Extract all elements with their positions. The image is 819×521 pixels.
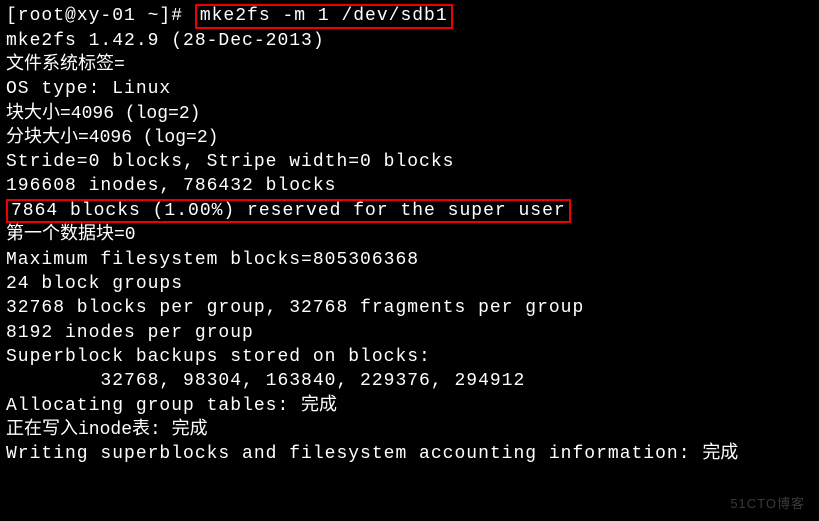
command-text: mke2fs -m 1 /dev/sdb1 bbox=[195, 4, 453, 29]
output-status: 完成 bbox=[702, 444, 738, 464]
output-line: 正在写入inode表: 完成 bbox=[6, 418, 813, 442]
output-text: Writing superblocks and filesystem accou… bbox=[6, 444, 702, 464]
output-line-highlight: 7864 blocks (1.00%) reserved for the sup… bbox=[6, 199, 813, 224]
output-status: 完成 bbox=[301, 396, 337, 416]
output-line: 文件系统标签= bbox=[6, 53, 813, 77]
output-line: 第一个数据块=0 bbox=[6, 223, 813, 247]
output-text: Allocating group tables: bbox=[6, 396, 301, 416]
output-line: Writing superblocks and filesystem accou… bbox=[6, 442, 813, 466]
output-line: mke2fs 1.42.9 (28-Dec-2013) bbox=[6, 29, 813, 53]
reserved-blocks-text: 7864 blocks (1.00%) reserved for the sup… bbox=[6, 199, 571, 224]
output-line: 分块大小=4096 (log=2) bbox=[6, 126, 813, 150]
output-line: Maximum filesystem blocks=805306368 bbox=[6, 248, 813, 272]
output-text: 正在写入inode表: bbox=[6, 420, 172, 440]
watermark: 51CTO博客 bbox=[730, 495, 805, 513]
output-line: 32768, 98304, 163840, 229376, 294912 bbox=[6, 369, 813, 393]
prompt-line[interactable]: [root@xy-01 ~]# mke2fs -m 1 /dev/sdb1 bbox=[6, 4, 813, 29]
shell-prompt: [root@xy-01 ~]# bbox=[6, 6, 195, 26]
output-status: 完成 bbox=[172, 420, 208, 440]
output-line: OS type: Linux bbox=[6, 77, 813, 101]
output-line: 196608 inodes, 786432 blocks bbox=[6, 174, 813, 198]
output-line: Stride=0 blocks, Stripe width=0 blocks bbox=[6, 150, 813, 174]
output-line: 24 block groups bbox=[6, 272, 813, 296]
output-line: Allocating group tables: 完成 bbox=[6, 394, 813, 418]
output-line: 块大小=4096 (log=2) bbox=[6, 102, 813, 126]
output-line: 32768 blocks per group, 32768 fragments … bbox=[6, 296, 813, 320]
output-line: Superblock backups stored on blocks: bbox=[6, 345, 813, 369]
output-line: 8192 inodes per group bbox=[6, 321, 813, 345]
